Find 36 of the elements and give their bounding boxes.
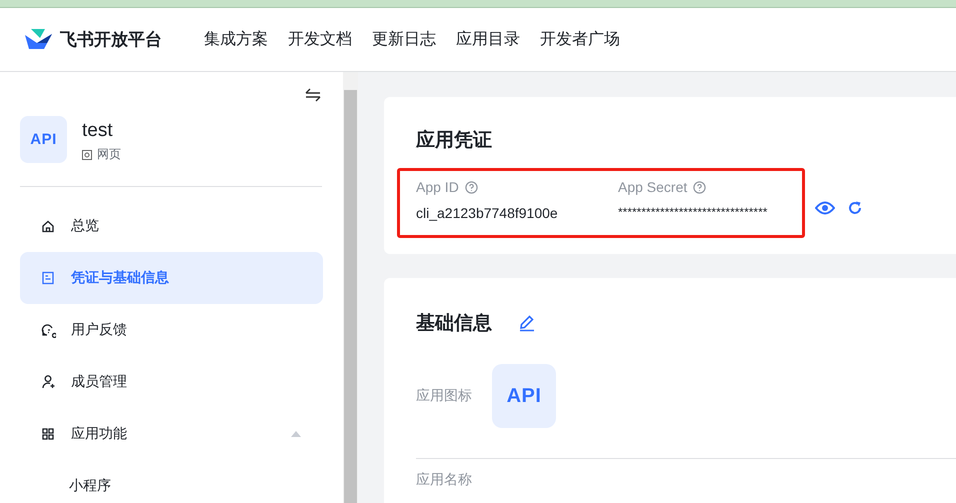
- nav-link[interactable]: 开发文档: [288, 29, 352, 50]
- edit-icon[interactable]: [518, 314, 536, 332]
- brand-name[interactable]: 飞书开放平台: [60, 28, 162, 51]
- document-icon: [40, 270, 56, 286]
- grid-icon: [40, 426, 56, 442]
- collapse-arrows-icon[interactable]: [305, 88, 321, 102]
- nav-link[interactable]: 应用目录: [456, 29, 520, 50]
- bird-logo-icon[interactable]: [25, 28, 53, 50]
- field-label: App Secret: [618, 179, 688, 195]
- nav-link[interactable]: 集成方案: [204, 29, 268, 50]
- field-label: App ID: [416, 179, 459, 195]
- field-label: 应用名称: [416, 471, 473, 489]
- help-icon[interactable]: [464, 180, 478, 194]
- nav-link[interactable]: 开发者广场: [540, 29, 620, 50]
- refresh-icon[interactable]: [847, 200, 863, 216]
- app-type: 网页: [97, 146, 121, 163]
- app-secret-value: ********************************: [618, 205, 768, 219]
- nav-link[interactable]: 更新日志: [372, 29, 436, 50]
- eye-icon[interactable]: [815, 201, 835, 215]
- app-name: test: [82, 120, 114, 142]
- section-title: 应用凭证: [416, 128, 493, 153]
- sidebar-item[interactable]: 凭证与基础信息: [20, 252, 323, 304]
- field-label: 应用图标: [416, 387, 472, 405]
- app-id-value: cli_a2123b7748f9100e: [416, 205, 559, 221]
- app-logo: API: [492, 364, 556, 428]
- help-icon[interactable]: [693, 180, 706, 194]
- home-icon: [40, 218, 56, 234]
- sidebar-item[interactable]: 用户反馈: [20, 304, 323, 356]
- sidebar-item[interactable]: 总览: [20, 200, 323, 252]
- app-logo: API: [20, 116, 67, 163]
- sidebar-item[interactable]: 应用功能: [20, 408, 323, 460]
- scrollbar-thumb[interactable]: [344, 90, 357, 503]
- sidebar-item[interactable]: 成员管理: [20, 356, 323, 408]
- person-add-icon: [40, 374, 56, 390]
- sidebar-subitem[interactable]: 小程序: [20, 460, 323, 503]
- section-title: 基础信息: [416, 312, 492, 336]
